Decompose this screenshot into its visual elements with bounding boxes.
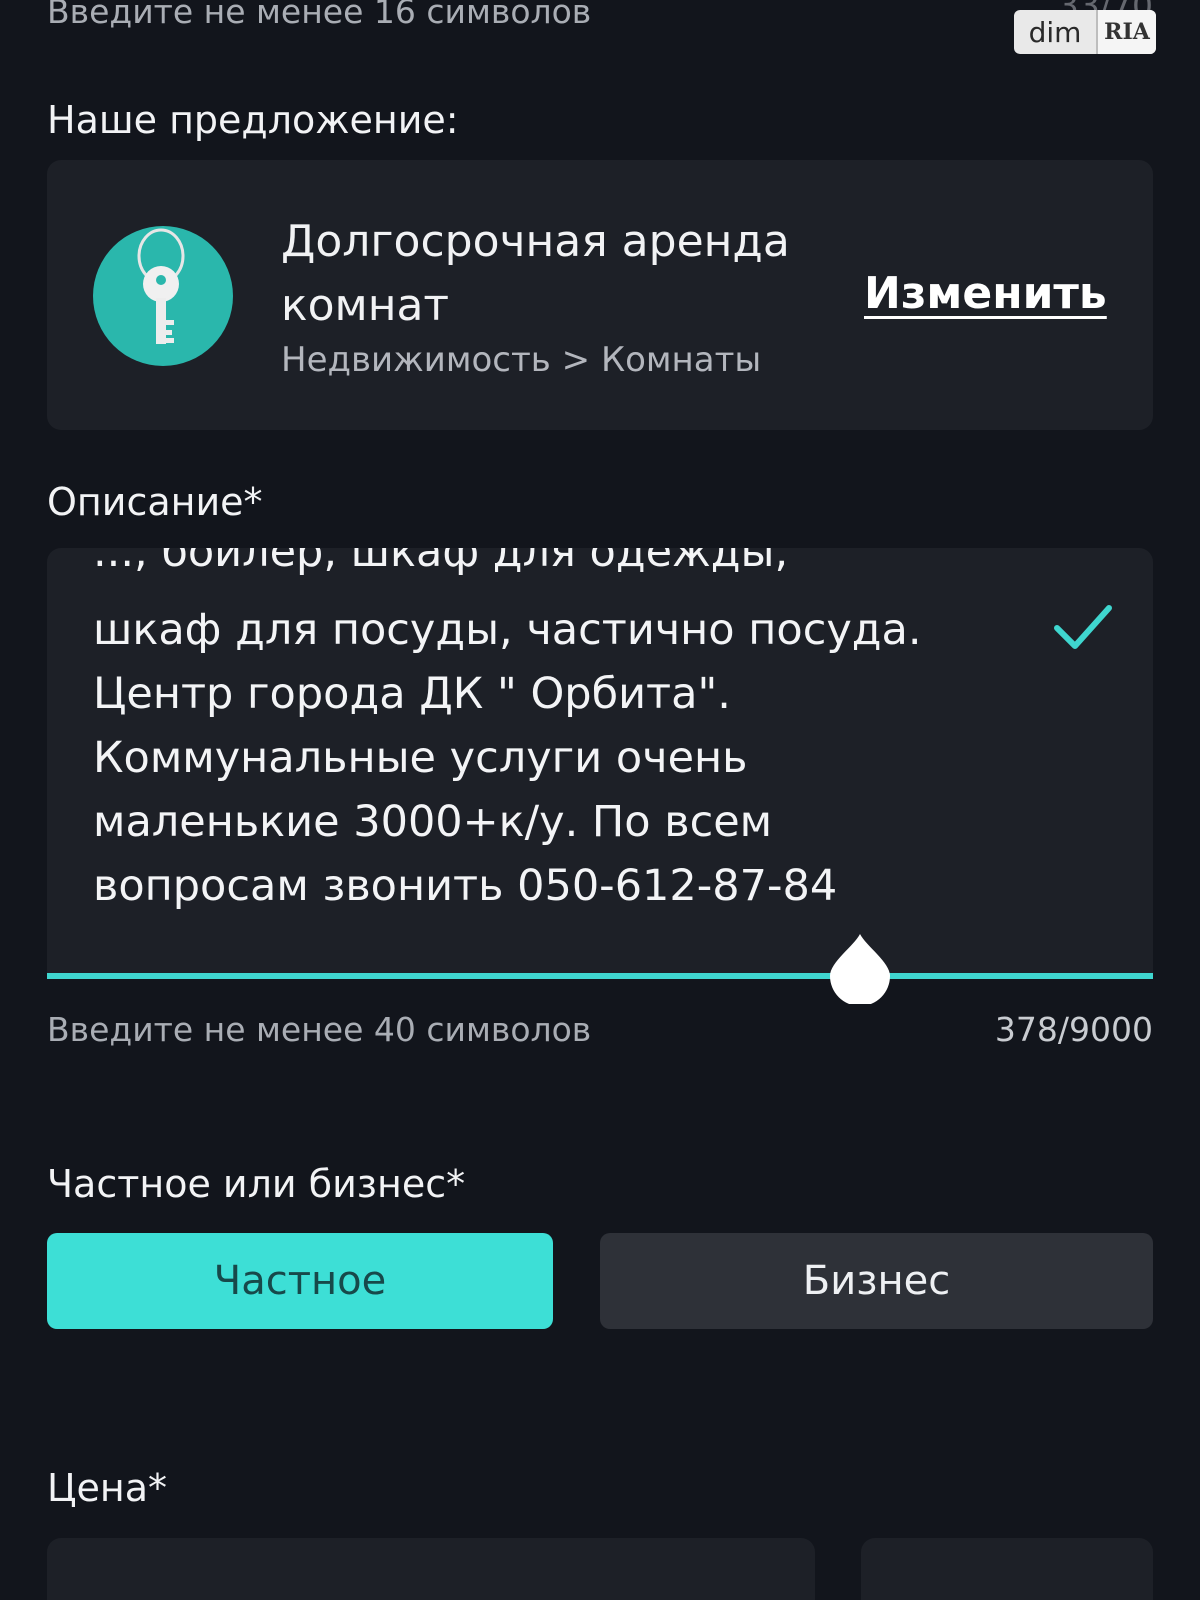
description-label: Описание* [47,480,263,524]
description-text: шкаф для посуды, частично посуда. Центр … [93,605,922,911]
watermark-logo: dim RIA [1014,10,1156,54]
change-offer-link[interactable]: Изменить [864,268,1107,319]
ownership-label: Частное или бизнес* [47,1162,466,1206]
currency-select[interactable] [861,1538,1153,1600]
offer-category: Недвижимость > Комнаты [281,340,762,380]
private-option-button[interactable]: Частное [47,1233,553,1329]
business-option-button[interactable]: Бизнес [600,1233,1153,1329]
text-cursor-handle[interactable] [830,932,890,1004]
description-hint: Введите не менее 40 символов [47,1010,592,1049]
offer-title: Долгосрочная аренда комнат [281,216,790,331]
description-underline [47,973,1153,979]
offer-section-label: Наше предложение: [47,98,459,142]
description-textarea[interactable]: ..., бойлер, шкаф для одежды, шкаф для п… [47,548,1153,976]
check-icon [1054,605,1112,649]
watermark-left: dim [1028,15,1082,49]
watermark-right: RIA [1096,10,1156,54]
price-input[interactable] [47,1538,815,1600]
title-hint: Введите не менее 16 символов [47,0,592,31]
description-counter: 378/9000 [994,1010,1153,1049]
key-icon [93,226,233,366]
price-label: Цена* [47,1466,168,1510]
description-partial-line: ..., бойлер, шкаф для одежды, [93,548,789,577]
